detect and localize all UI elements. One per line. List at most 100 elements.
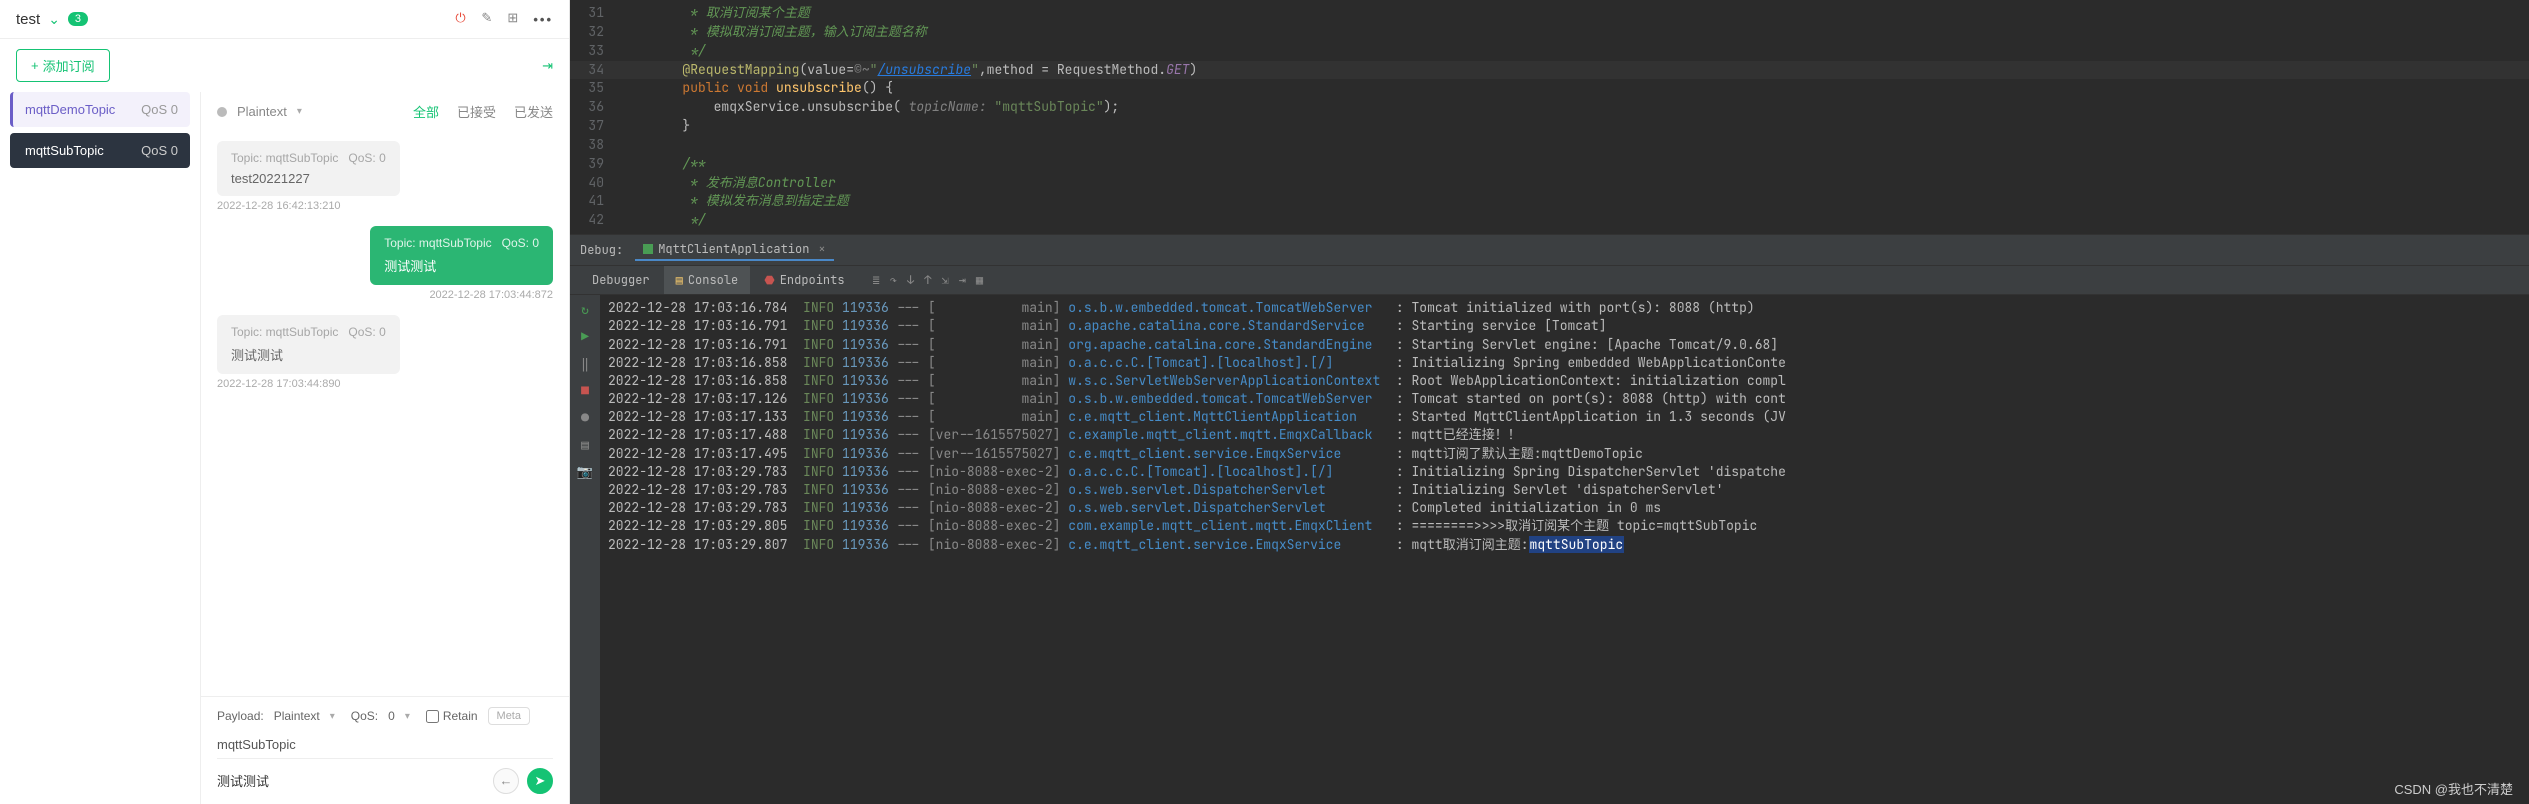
line-number: 41: [570, 192, 620, 211]
list-toggle-icon[interactable]: ⇥: [542, 58, 553, 74]
log-line: 2022-12-28 17:03:29.783 INFO 119336 --- …: [608, 499, 2521, 517]
retain-input[interactable]: [426, 710, 439, 723]
format-label[interactable]: Plaintext: [237, 104, 287, 119]
msg-timestamp: 2022-12-28 17:03:44:890: [217, 378, 553, 390]
more-icon[interactable]: •••: [533, 12, 553, 27]
console-output[interactable]: 2022-12-28 17:03:16.784 INFO 119336 --- …: [600, 295, 2529, 804]
message-bubble: Topic: mqttSubTopic QoS: 0 test20221227: [217, 141, 400, 196]
debug-toolbar: Debug: MqttClientApplication ×: [570, 234, 2529, 266]
step-icon[interactable]: ≣: [873, 272, 880, 288]
msg-qos: QoS: 0: [348, 151, 385, 165]
step-out-icon[interactable]: ↑: [924, 272, 931, 288]
run-config-name: MqttClientApplication: [658, 241, 809, 257]
camera-icon[interactable]: 📷: [577, 463, 593, 480]
topic-input[interactable]: [217, 731, 553, 759]
line-number: 34: [570, 61, 620, 80]
code-text: /**: [620, 155, 706, 174]
content-row: mqttDemoTopic QoS 0 mqttSubTopic QoS 0 P…: [0, 92, 569, 804]
log-line: 2022-12-28 17:03:29.807 INFO 119336 --- …: [608, 536, 2521, 554]
add-sub-label: 添加订阅: [43, 56, 95, 75]
filter-sent[interactable]: 已发送: [514, 102, 553, 121]
log-line: 2022-12-28 17:03:29.805 INFO 119336 --- …: [608, 517, 2521, 535]
breakpoints-icon[interactable]: ●: [581, 409, 589, 426]
line-number: 38: [570, 136, 620, 155]
topic-item[interactable]: mqttDemoTopic QoS 0: [10, 92, 190, 127]
messages-list: Topic: mqttSubTopic QoS: 0 test20221227 …: [201, 131, 569, 696]
topic-name: mqttSubTopic: [25, 143, 104, 158]
message-bubble: Topic: mqttSubTopic QoS: 0 测试测试: [370, 226, 553, 285]
retain-checkbox[interactable]: Retain: [426, 709, 478, 723]
meta-button[interactable]: Meta: [488, 707, 530, 725]
connection-name: test: [16, 11, 40, 28]
tab-endpoints[interactable]: ⬣Endpoints: [752, 266, 856, 294]
layout-icon[interactable]: ▤: [581, 436, 589, 453]
run-icon: [643, 244, 653, 254]
log-line: 2022-12-28 17:03:17.126 INFO 119336 --- …: [608, 390, 2521, 408]
message-filter-tabs: 全部 已接受 已发送: [413, 102, 553, 121]
ide-panel: 31 * 取消订阅某个主题 32 * 模拟取消订阅主题，输入订阅主题名称 33 …: [570, 0, 2529, 804]
run-config-tab[interactable]: MqttClientApplication ×: [635, 239, 833, 261]
topic-name: mqttDemoTopic: [25, 102, 115, 117]
tool-window-tabs: Debugger ▤Console ⬣Endpoints ≣ ↷ ↓ ↑ ⇲ ⇥…: [570, 266, 2529, 295]
filter-received[interactable]: 已接受: [457, 102, 496, 121]
topic-item[interactable]: mqttSubTopic QoS 0: [10, 133, 190, 168]
step-over-icon[interactable]: ↷: [890, 272, 897, 288]
payload-type[interactable]: Plaintext: [274, 709, 320, 723]
msg-topic: Topic: mqttSubTopic: [231, 151, 338, 165]
line-number: 31: [570, 4, 620, 23]
power-icon[interactable]: ⏻: [455, 10, 473, 28]
tab-console[interactable]: ▤Console: [664, 266, 751, 294]
messages-panel: Plaintext ▾ 全部 已接受 已发送 Topic: mqttSubTop…: [200, 92, 569, 804]
code-text: * 模拟取消订阅主题，输入订阅主题名称: [620, 23, 927, 42]
log-line: 2022-12-28 17:03:16.791 INFO 119336 --- …: [608, 336, 2521, 354]
log-line: 2022-12-28 17:03:29.783 INFO 119336 --- …: [608, 463, 2521, 481]
qos-value[interactable]: 0: [388, 709, 395, 723]
message-sent: Topic: mqttSubTopic QoS: 0 测试测试 2022-12-…: [217, 226, 553, 301]
msg-timestamp: 2022-12-28 17:03:44:872: [217, 289, 553, 301]
step-into-icon[interactable]: ↓: [907, 272, 914, 288]
log-line: 2022-12-28 17:03:17.133 INFO 119336 --- …: [608, 408, 2521, 426]
force-step-icon[interactable]: ⇲: [941, 272, 948, 288]
qos-label: QoS:: [351, 709, 378, 723]
add-subscription-button[interactable]: + 添加订阅: [16, 49, 110, 82]
msg-body: test20221227: [231, 171, 386, 186]
pause-icon[interactable]: ‖: [581, 355, 589, 372]
console-icon: ▤: [676, 272, 683, 288]
chevron-down-icon[interactable]: ⌄: [48, 11, 60, 28]
chevron-down-icon[interactable]: ▾: [330, 711, 335, 722]
topics-list: mqttDemoTopic QoS 0 mqttSubTopic QoS 0: [0, 92, 200, 804]
message-input[interactable]: [217, 767, 485, 794]
back-button[interactable]: ←: [493, 768, 519, 794]
code-editor[interactable]: 31 * 取消订阅某个主题 32 * 模拟取消订阅主题，输入订阅主题名称 33 …: [570, 0, 2529, 234]
log-line: 2022-12-28 17:03:16.784 INFO 119336 --- …: [608, 299, 2521, 317]
message-received: Topic: mqttSubTopic QoS: 0 测试测试 2022-12-…: [217, 315, 553, 390]
message-bubble: Topic: mqttSubTopic QoS: 0 测试测试: [217, 315, 400, 374]
stop-icon[interactable]: ■: [581, 382, 589, 399]
filter-all[interactable]: 全部: [413, 102, 439, 121]
connection-badge: 3: [68, 12, 88, 26]
resume-icon[interactable]: ▶: [581, 328, 589, 345]
sub-toolbar: + 添加订阅 ⇥: [0, 39, 569, 92]
tab-debugger[interactable]: Debugger: [580, 266, 662, 294]
endpoints-icon: ⬣: [764, 272, 774, 288]
log-line: 2022-12-28 17:03:17.488 INFO 119336 --- …: [608, 426, 2521, 444]
chevron-down-icon[interactable]: ▾: [405, 711, 410, 722]
debug-label: Debug:: [580, 242, 623, 258]
log-line: 2022-12-28 17:03:16.791 INFO 119336 --- …: [608, 317, 2521, 335]
send-button[interactable]: ➤: [527, 768, 553, 794]
msg-body: 测试测试: [231, 345, 386, 364]
evaluate-icon[interactable]: ▦: [976, 272, 983, 288]
run-to-cursor-icon[interactable]: ⇥: [959, 272, 966, 288]
edit-icon[interactable]: ✎: [481, 10, 499, 28]
topic-qos: QoS 0: [141, 143, 178, 158]
messages-header: Plaintext ▾ 全部 已接受 已发送: [201, 92, 569, 131]
line-number: 42: [570, 211, 620, 230]
close-icon[interactable]: ×: [818, 241, 825, 257]
rerun-icon[interactable]: ↻: [581, 301, 589, 318]
line-number: 37: [570, 117, 620, 136]
connection-header: test ⌄ 3 ⏻ ✎ ⊞ •••: [0, 0, 569, 39]
new-window-icon[interactable]: ⊞: [507, 10, 525, 28]
chevron-down-icon[interactable]: ▾: [297, 106, 302, 117]
watermark: CSDN @我也不清楚: [2394, 779, 2513, 798]
message-received: Topic: mqttSubTopic QoS: 0 test20221227 …: [217, 141, 553, 212]
